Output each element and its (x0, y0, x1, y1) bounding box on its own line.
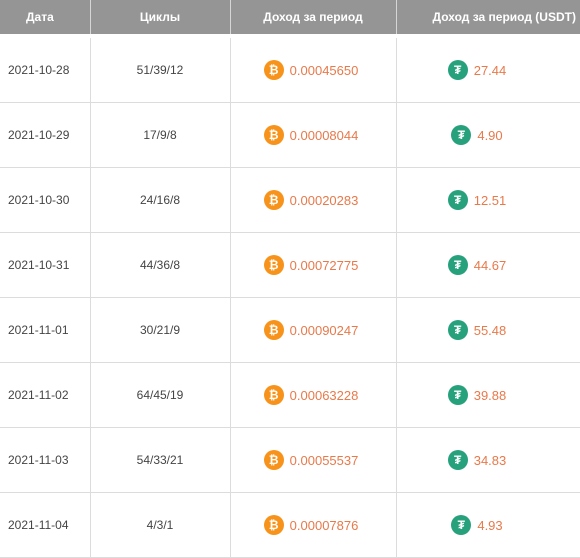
btc-amount-value: 0.00020283 (289, 192, 359, 208)
row-cycles: 64/45/19 (90, 362, 231, 428)
table-row: 2021-10-30 24/16/8 ₿ 0.00020283 ₮ 12.51 (0, 167, 580, 233)
btc-amount-value: 0.00090247 (289, 322, 359, 338)
row-btc-income: ₿ 0.00055537 (230, 427, 397, 493)
btc-amount-value: 0.00072775 (289, 257, 359, 273)
usdt-amount-value: 12.51 (473, 192, 507, 208)
tether-icon: ₮ (447, 450, 468, 470)
usdt-amount: ₮ 12.51 (447, 190, 507, 210)
table-row: 2021-11-04 4/3/1 ₿ 0.00007876 ₮ 4.93 (0, 492, 580, 558)
row-btc-income: ₿ 0.00090247 (230, 297, 397, 363)
row-cycles: 17/9/8 (90, 102, 231, 168)
table-row: 2021-10-29 17/9/8 ₿ 0.00008044 ₮ 4.90 (0, 102, 580, 168)
row-btc-income: ₿ 0.00063228 (230, 362, 397, 428)
row-usdt-income: ₮ 4.93 (396, 492, 580, 558)
bitcoin-icon: ₿ (263, 450, 284, 470)
column-header-usdt-income[interactable]: Доход за период (USDT) (396, 0, 580, 36)
btc-amount-value: 0.00045650 (289, 62, 359, 78)
row-date: 2021-11-03 (0, 427, 91, 493)
btc-amount-value: 0.00063228 (289, 387, 359, 403)
column-header-date[interactable]: Дата (0, 0, 91, 36)
usdt-amount-value: 55.48 (473, 322, 507, 338)
row-usdt-income: ₮ 34.83 (396, 427, 580, 493)
btc-amount: ₿ 0.00090247 (263, 320, 359, 340)
usdt-amount: ₮ 44.67 (447, 255, 507, 275)
earnings-table: Дата Циклы Доход за период Доход за пери… (0, 0, 580, 558)
usdt-amount: ₮ 4.93 (451, 515, 503, 535)
usdt-amount: ₮ 39.88 (447, 385, 507, 405)
tether-icon: ₮ (451, 515, 472, 535)
table-row: 2021-10-31 44/36/8 ₿ 0.00072775 ₮ 44.67 (0, 232, 580, 298)
row-date: 2021-10-29 (0, 102, 91, 168)
bitcoin-icon: ₿ (263, 190, 284, 210)
btc-amount: ₿ 0.00007876 (263, 515, 359, 535)
row-usdt-income: ₮ 55.48 (396, 297, 580, 363)
table-header-row: Дата Циклы Доход за период Доход за пери… (0, 0, 580, 36)
column-header-btc-income[interactable]: Доход за период (230, 0, 397, 36)
usdt-amount-value: 44.67 (473, 257, 507, 273)
btc-amount-value: 0.00055537 (289, 452, 359, 468)
row-cycles: 54/33/21 (90, 427, 231, 493)
row-cycles: 24/16/8 (90, 167, 231, 233)
bitcoin-icon: ₿ (263, 515, 284, 535)
row-usdt-income: ₮ 39.88 (396, 362, 580, 428)
tether-icon: ₮ (447, 60, 468, 80)
btc-amount-value: 0.00007876 (289, 517, 359, 533)
btc-amount: ₿ 0.00008044 (263, 125, 359, 145)
btc-amount: ₿ 0.00063228 (263, 385, 359, 405)
usdt-amount-value: 39.88 (473, 387, 507, 403)
btc-amount-value: 0.00008044 (289, 127, 359, 143)
row-usdt-income: ₮ 12.51 (396, 167, 580, 233)
row-date: 2021-10-28 (0, 34, 91, 103)
table-row: 2021-11-03 54/33/21 ₿ 0.00055537 ₮ 34.83 (0, 427, 580, 493)
row-cycles: 51/39/12 (90, 34, 231, 103)
usdt-amount: ₮ 55.48 (447, 320, 507, 340)
usdt-amount: ₮ 34.83 (447, 450, 507, 470)
usdt-amount: ₮ 4.90 (451, 125, 503, 145)
row-btc-income: ₿ 0.00007876 (230, 492, 397, 558)
row-btc-income: ₿ 0.00020283 (230, 167, 397, 233)
row-btc-income: ₿ 0.00072775 (230, 232, 397, 298)
usdt-amount: ₮ 27.44 (447, 60, 507, 80)
column-header-cycles[interactable]: Циклы (90, 0, 231, 36)
row-date: 2021-11-01 (0, 297, 91, 363)
tether-icon: ₮ (447, 190, 468, 210)
bitcoin-icon: ₿ (263, 255, 284, 275)
row-usdt-income: ₮ 44.67 (396, 232, 580, 298)
row-date: 2021-11-04 (0, 492, 91, 558)
btc-amount: ₿ 0.00072775 (263, 255, 359, 275)
bitcoin-icon: ₿ (263, 320, 284, 340)
bitcoin-icon: ₿ (263, 60, 284, 80)
table-row: 2021-11-01 30/21/9 ₿ 0.00090247 ₮ 55.48 (0, 297, 580, 363)
tether-icon: ₮ (447, 255, 468, 275)
row-cycles: 44/36/8 (90, 232, 231, 298)
row-btc-income: ₿ 0.00008044 (230, 102, 397, 168)
bitcoin-icon: ₿ (263, 385, 284, 405)
usdt-amount-value: 34.83 (473, 452, 507, 468)
btc-amount: ₿ 0.00020283 (263, 190, 359, 210)
btc-amount: ₿ 0.00055537 (263, 450, 359, 470)
tether-icon: ₮ (451, 125, 472, 145)
usdt-amount-value: 27.44 (473, 62, 507, 78)
row-usdt-income: ₮ 27.44 (396, 34, 580, 103)
table-row: 2021-11-02 64/45/19 ₿ 0.00063228 ₮ 39.88 (0, 362, 580, 428)
usdt-amount-value: 4.93 (477, 517, 503, 533)
row-date: 2021-11-02 (0, 362, 91, 428)
table-row: 2021-10-28 51/39/12 ₿ 0.00045650 ₮ 27.44 (0, 34, 580, 103)
usdt-amount-value: 4.90 (477, 127, 503, 143)
row-cycles: 30/21/9 (90, 297, 231, 363)
row-date: 2021-10-30 (0, 167, 91, 233)
row-btc-income: ₿ 0.00045650 (230, 34, 397, 103)
btc-amount: ₿ 0.00045650 (263, 60, 359, 80)
tether-icon: ₮ (447, 385, 468, 405)
row-date: 2021-10-31 (0, 232, 91, 298)
tether-icon: ₮ (447, 320, 468, 340)
bitcoin-icon: ₿ (263, 125, 284, 145)
row-cycles: 4/3/1 (90, 492, 231, 558)
row-usdt-income: ₮ 4.90 (396, 102, 580, 168)
